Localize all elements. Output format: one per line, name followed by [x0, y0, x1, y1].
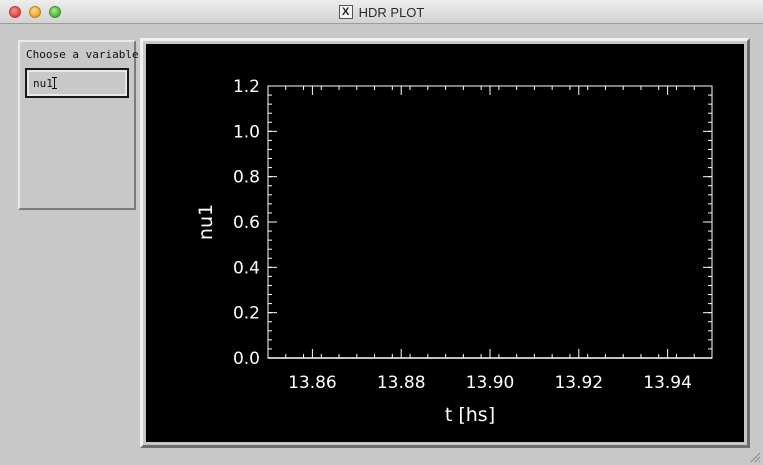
window-title-group: X HDR PLOT [0, 0, 763, 24]
plot-frame: 13.86 13.88 13.90 13.92 13.94 0.0 0.2 0.4 0.6 0.8… [140, 38, 750, 448]
text-cursor-icon [51, 77, 58, 89]
y-tick-label: 0.6 [233, 213, 260, 233]
x-tick-label: 13.88 [377, 373, 426, 393]
resize-grip-icon[interactable] [749, 451, 761, 463]
x-tick-label: 13.92 [554, 373, 603, 393]
x-tick-label: 13.90 [466, 373, 515, 393]
variable-input-value: nu1 [33, 77, 53, 90]
y-tick-label: 0.8 [233, 168, 260, 188]
variable-panel: Choose a variable nu1 [18, 40, 139, 210]
choose-variable-label: Choose a variable [26, 48, 139, 61]
hdr-plot-chart: 13.86 13.88 13.90 13.92 13.94 0.0 0.2 0.4 0.6 0.8… [195, 77, 713, 426]
window-title: HDR PLOT [358, 4, 425, 20]
y-tick-label: 0.2 [233, 304, 260, 324]
x-tick-label: 13.86 [288, 373, 337, 393]
y-tick-label: 0.0 [233, 349, 260, 369]
x-axis-label: t [hs] [445, 404, 495, 426]
plot-axes-box [267, 85, 713, 359]
plot-canvas[interactable]: 13.86 13.88 13.90 13.92 13.94 0.0 0.2 0.4 0.6 0.8… [146, 44, 744, 442]
title-bar: X HDR PLOT [0, 0, 763, 24]
y-axis-label: nu1 [195, 204, 217, 240]
y-tick-label: 1.2 [233, 77, 260, 97]
y-tick-label: 0.4 [233, 258, 260, 278]
x-tick-label: 13.94 [643, 373, 692, 393]
variable-input[interactable]: nu1 [25, 68, 129, 98]
y-tick-label: 1.0 [233, 122, 260, 142]
x11-icon: X [338, 5, 353, 19]
